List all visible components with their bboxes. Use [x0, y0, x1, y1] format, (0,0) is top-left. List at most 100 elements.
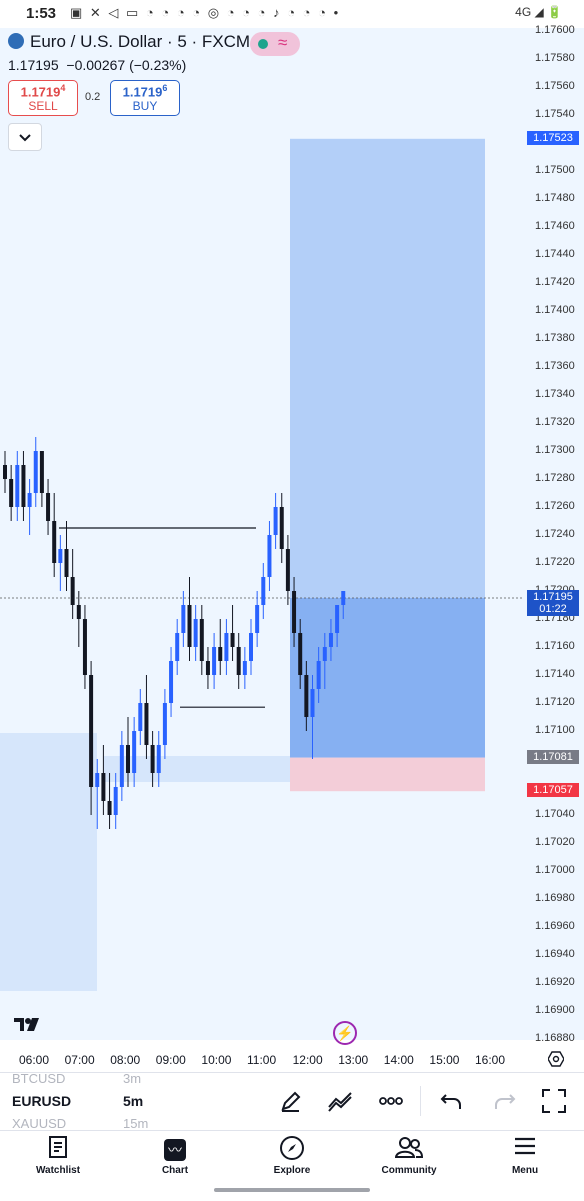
candle-body	[162, 703, 167, 745]
demand-zone-left	[0, 733, 97, 991]
price-tick: 1.17600	[535, 24, 575, 36]
candle-body	[328, 633, 333, 647]
globe-icon	[8, 33, 24, 49]
candle-body	[175, 633, 180, 661]
candle-body	[193, 619, 198, 647]
fullscreen-icon[interactable]	[541, 1088, 567, 1114]
sell-price-pip: 4	[60, 83, 66, 93]
time-tick: 12:00	[292, 1053, 323, 1067]
price-tick: 1.17280	[535, 472, 575, 484]
buy-price-pip: 6	[162, 83, 168, 93]
undo-icon[interactable]	[440, 1089, 464, 1113]
time-tick: 14:00	[383, 1053, 414, 1067]
settings-icon[interactable]	[548, 1051, 564, 1067]
nav-chart[interactable]: 〰 Chart	[135, 1135, 215, 1176]
toolbar-separator	[420, 1086, 421, 1116]
last-price: 1.17195	[8, 57, 59, 73]
gesture-bar[interactable]	[214, 1188, 370, 1192]
candle-body	[150, 745, 155, 773]
candle-body	[107, 801, 112, 815]
price-tick: 1.17260	[535, 500, 575, 512]
watchlist-icon	[49, 1136, 67, 1158]
price-tick: 1.17240	[535, 528, 575, 540]
candle-body	[292, 591, 297, 633]
sell-button[interactable]: 1.17194 SELL	[8, 80, 78, 116]
price-tick: 1.17560	[535, 80, 575, 92]
lightning-icon[interactable]: ⚡	[333, 1021, 357, 1045]
price-tick: 1.17340	[535, 388, 575, 400]
symbol-above[interactable]: BTCUSD	[12, 1071, 65, 1086]
price-tick: 1.17540	[535, 108, 575, 120]
price-tick: 1.17380	[535, 332, 575, 344]
wave-icon: ≈	[278, 33, 288, 52]
nav-community[interactable]: Community	[369, 1135, 449, 1176]
price-tick: 1.16920	[535, 976, 575, 988]
redo-icon[interactable]	[492, 1089, 516, 1113]
more-icon[interactable]	[379, 1095, 403, 1107]
candle-body	[322, 647, 327, 661]
candle-body	[187, 605, 192, 647]
nav-community-label: Community	[381, 1165, 437, 1176]
price-tick: 1.17360	[535, 360, 575, 372]
buy-button[interactable]: 1.17196 BUY	[110, 80, 180, 116]
buy-price: 1.1719	[122, 84, 163, 100]
market-status-pill[interactable]: ≈	[250, 32, 300, 56]
price-tag: 1.17523	[527, 130, 579, 145]
time-tick: 16:00	[475, 1053, 506, 1067]
interval-above[interactable]: 3m	[123, 1071, 141, 1086]
candle-body	[181, 605, 186, 633]
candle-body	[156, 745, 161, 773]
candle-body	[95, 773, 100, 787]
spread-value: 0.2	[85, 91, 101, 103]
sell-label: SELL	[28, 99, 58, 114]
time-tick: 09:00	[155, 1053, 186, 1067]
tradingview-logo	[12, 1015, 46, 1039]
price-tick: 1.17220	[535, 556, 575, 568]
price-tick: 1.16960	[535, 920, 575, 932]
candle-body	[218, 647, 223, 661]
candle-body	[126, 745, 130, 773]
price-tick: 1.17420	[535, 276, 575, 288]
price-tag: 1.17057	[527, 783, 579, 798]
candle-body	[89, 675, 94, 787]
candle-body	[33, 451, 38, 493]
symbol-below[interactable]: XAUUSD	[12, 1116, 66, 1131]
candle-body	[249, 633, 253, 661]
time-tick: 11:00	[247, 1053, 277, 1067]
collapse-button[interactable]	[8, 123, 42, 151]
candle-body	[335, 605, 340, 633]
candle-body	[273, 507, 278, 535]
candle-body	[205, 661, 210, 675]
nav-explore-label: Explore	[273, 1165, 311, 1176]
candle-body	[21, 465, 26, 507]
buy-label: BUY	[132, 99, 158, 114]
current-interval[interactable]: 5m	[123, 1093, 143, 1109]
chevron-down-icon	[19, 134, 31, 142]
candle-body	[304, 675, 309, 717]
candle-body	[132, 731, 137, 773]
interval-below[interactable]: 15m	[123, 1116, 148, 1131]
price-tick: 1.17100	[535, 724, 575, 736]
nav-explore[interactable]: Explore	[252, 1135, 332, 1176]
price-tick: 1.16940	[535, 948, 575, 960]
candle-body	[138, 703, 143, 731]
candlestick-chart[interactable]	[0, 0, 584, 1040]
price-tick: 1.17440	[535, 248, 575, 260]
nav-chart-label: Chart	[161, 1165, 189, 1176]
sell-price: 1.1719	[20, 84, 61, 100]
price-tick: 1.17120	[535, 696, 575, 708]
market-open-icon	[258, 39, 268, 49]
current-symbol[interactable]: EURUSD	[12, 1093, 71, 1109]
candle-body	[119, 745, 124, 787]
candle-body	[39, 451, 44, 493]
candle-body	[27, 493, 32, 507]
candle-body	[230, 633, 235, 647]
time-tick: 07:00	[64, 1053, 95, 1067]
time-tick: 13:00	[338, 1053, 369, 1067]
candle-body	[169, 661, 174, 703]
nav-menu[interactable]: Menu	[485, 1135, 565, 1176]
symbol-title[interactable]: Euro / U.S. Dollar · 5 · FXCM	[8, 32, 250, 52]
nav-watchlist[interactable]: Watchlist	[18, 1135, 98, 1176]
pencil-icon[interactable]	[279, 1089, 303, 1113]
line-tools-icon[interactable]	[327, 1089, 353, 1113]
